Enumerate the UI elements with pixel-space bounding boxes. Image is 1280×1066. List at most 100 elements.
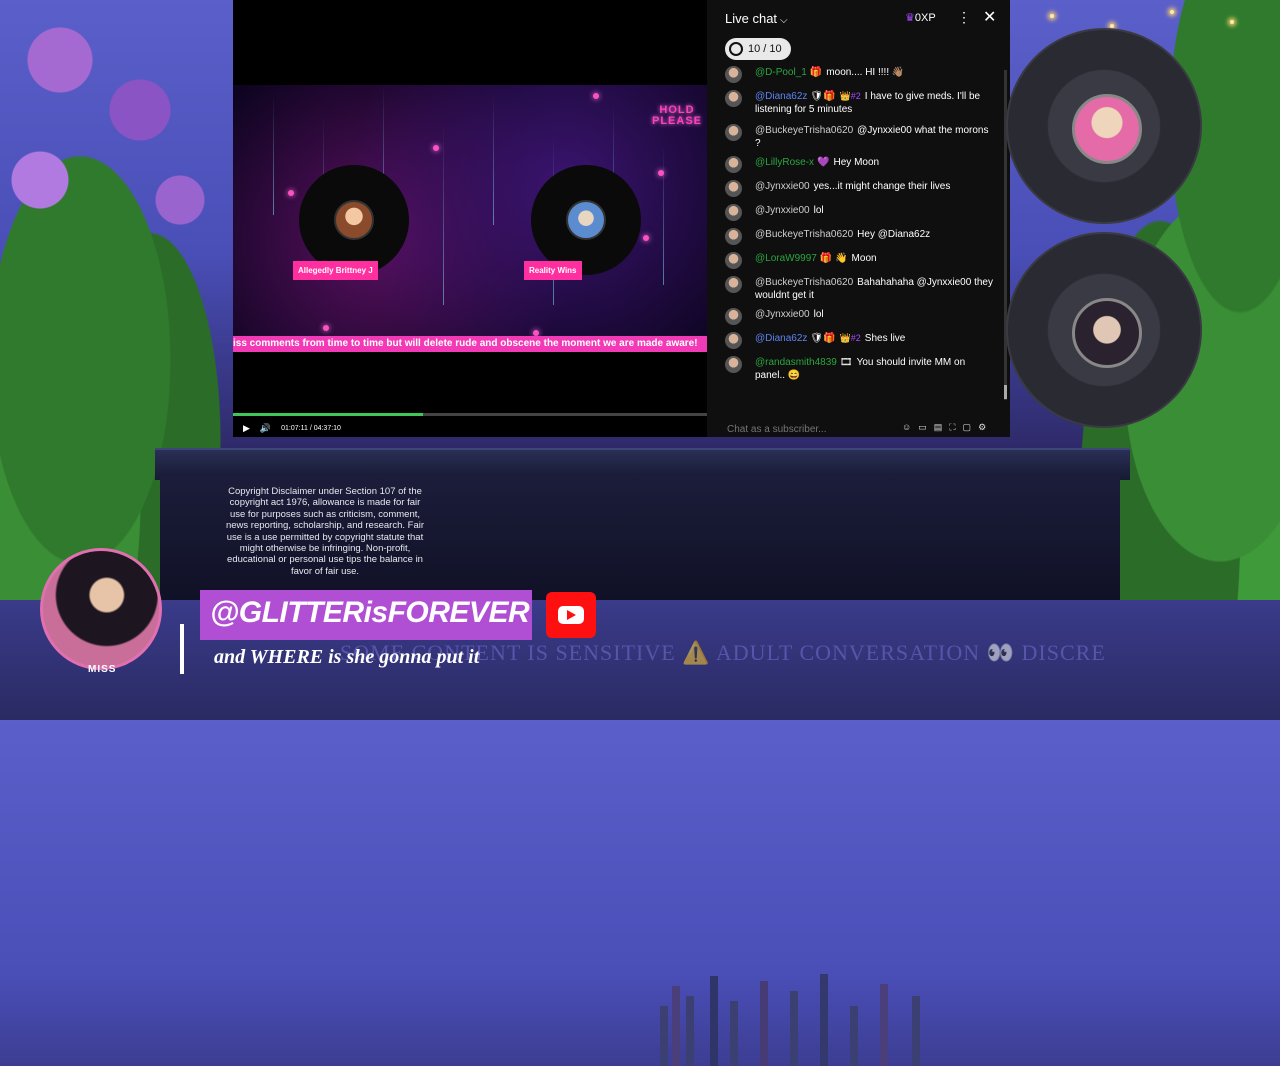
chat-author[interactable]: @Jynxxie00 — [755, 181, 810, 192]
chat-author[interactable]: @LillyRose-x — [755, 157, 814, 168]
chat-scroll-thumb[interactable] — [1004, 385, 1007, 399]
goal-value: 10 / 10 — [748, 43, 782, 55]
rank-badge: 👑#2 — [839, 91, 861, 101]
host-avatar-2 — [1072, 298, 1142, 368]
badge-icon: 🎁 👋 — [819, 253, 848, 264]
host-avatar — [40, 548, 162, 670]
user-avatar[interactable] — [725, 180, 742, 197]
chat-messages: @D-Pool_1 🎁 moon.... HI !!!! 👋🏽 @Diana62z 🛡🎁… — [707, 66, 1002, 406]
progress-bar[interactable] — [233, 413, 708, 416]
chat-text: lol — [813, 309, 824, 320]
badge-icon: 🛡🎁 — [810, 333, 836, 344]
host-disc-1 — [1006, 28, 1202, 224]
ticker-banner: iss comments from time to time but will … — [233, 336, 708, 352]
user-avatar[interactable] — [725, 204, 742, 221]
captions-icon[interactable]: ▤ — [934, 422, 943, 433]
theater-icon[interactable]: ▢ — [963, 422, 972, 433]
live-chat-panel: Live chat ⌵ ♛0XP ⋮ ✕ 10 / 10 @D-Pool_1 🎁 mo… — [707, 0, 1010, 437]
chat-author[interactable]: @LoraW9997 — [755, 253, 817, 264]
host-label: MISS — [88, 664, 117, 675]
books-decor — [650, 966, 950, 1066]
emoji-icon[interactable]: ☺ — [902, 422, 911, 433]
chat-mode-dropdown[interactable]: Live chat ⌵ — [725, 11, 788, 26]
progress-fill — [233, 413, 423, 416]
chat-message[interactable]: @D-Pool_1 🎁 moon.... HI !!!! 👋🏽 — [725, 66, 995, 83]
chat-message[interactable]: @BuckeyeTrisha0620 Bahahahaha @Jynxxie00 … — [725, 276, 995, 302]
chat-text: Hey @Diana62z — [857, 229, 931, 240]
user-avatar[interactable] — [725, 228, 742, 245]
channel-handle: @GLITTERisFOREVER — [210, 596, 530, 629]
chat-message[interactable]: @randasmith4839 🎞 You should invite MM on … — [725, 356, 995, 382]
player-controls: ▶ 🔊 01:07:11 / 04:37:10 — [243, 421, 341, 435]
guest-disc-1 — [299, 165, 409, 275]
badge-icon: 🛡🎁 — [810, 91, 836, 102]
guest-label-2: Reality Wins — [524, 261, 582, 280]
chat-message[interactable]: @Jynxxie00 lol — [725, 308, 995, 325]
guest-disc-2 — [531, 165, 641, 275]
user-avatar[interactable] — [725, 90, 742, 107]
user-avatar[interactable] — [725, 66, 742, 83]
chat-message[interactable]: @Diana62z 🛡🎁 👑#2 I have to give meds. I'll … — [725, 90, 995, 116]
rank-badge: 👑#2 — [839, 333, 861, 343]
fullscreen-icon[interactable]: ⛶ — [949, 422, 955, 433]
video-player[interactable]: HOLD PLEASE Allegedly Brittney J Reality … — [233, 0, 708, 437]
user-avatar[interactable] — [725, 332, 742, 349]
user-avatar[interactable] — [725, 156, 742, 173]
xp-value: 0XP — [914, 12, 936, 24]
chat-author[interactable]: @BuckeyeTrisha0620 — [755, 125, 853, 136]
chat-tools: ☺ ▭ ▤ ⛶ ▢ ⚙ — [902, 422, 986, 433]
settings-gear-icon[interactable]: ⚙ — [978, 422, 986, 433]
chat-text: Moon — [851, 253, 877, 264]
youtube-icon — [546, 592, 596, 638]
chat-message[interactable]: @BuckeyeTrisha0620 Hey @Diana62z — [725, 228, 995, 245]
chat-author[interactable]: @randasmith4839 — [755, 357, 837, 368]
play-icon[interactable]: ▶ — [243, 423, 250, 434]
more-options-icon[interactable]: ⋮ — [957, 9, 971, 26]
user-avatar[interactable] — [725, 356, 742, 373]
guest-avatar — [334, 200, 374, 240]
chat-input[interactable] — [725, 420, 899, 437]
chat-message[interactable]: @BuckeyeTrisha0620 @Jynxxie00 what the mo… — [725, 124, 995, 150]
chevron-down-icon: ⌵ — [780, 15, 788, 26]
caption-divider — [180, 624, 184, 674]
time-display: 01:07:11 / 04:37:10 — [281, 424, 341, 432]
host-avatar-1 — [1072, 94, 1142, 164]
chat-title: Live chat — [725, 11, 778, 26]
xp-badge[interactable]: ♛0XP — [905, 11, 936, 24]
user-avatar[interactable] — [725, 308, 742, 325]
chat-author[interactable]: @Diana62z — [755, 91, 807, 102]
caption-text: and WHERE is she gonna put it — [214, 646, 480, 668]
user-avatar[interactable] — [725, 276, 742, 293]
goal-counter[interactable]: 10 / 10 — [725, 38, 791, 60]
chat-message[interactable]: @Jynxxie00 yes...it might change their li… — [725, 180, 995, 197]
badge-icon: 💜 — [817, 157, 830, 168]
badge-icon: 🎞 — [839, 357, 853, 368]
chat-text: lol — [813, 205, 824, 216]
user-avatar[interactable] — [725, 252, 742, 269]
chat-author[interactable]: @D-Pool_1 — [755, 67, 807, 78]
chat-text: moon.... HI !!!! 👋🏽 — [826, 67, 905, 78]
chat-message[interactable]: @Diana62z 🛡🎁 👑#2 Shes live — [725, 332, 995, 349]
volume-icon[interactable]: 🔊 — [260, 423, 271, 434]
goal-ring-icon — [729, 42, 743, 56]
chat-message[interactable]: @Jynxxie00 lol — [725, 204, 995, 221]
user-avatar[interactable] — [725, 124, 742, 141]
guest-label-1: Allegedly Brittney J — [293, 261, 378, 280]
stream-stage: HOLD PLEASE Allegedly Brittney J Reality … — [233, 85, 708, 340]
close-icon[interactable]: ✕ — [983, 7, 996, 27]
chat-author[interactable]: @BuckeyeTrisha0620 — [755, 229, 853, 240]
chat-author[interactable]: @BuckeyeTrisha0620 — [755, 277, 853, 288]
chat-message[interactable]: @LillyRose-x 💜 Hey Moon — [725, 156, 995, 173]
chat-text: Shes live — [864, 333, 906, 344]
chat-text: yes...it might change their lives — [813, 181, 951, 192]
miniplayer-icon[interactable]: ▭ — [918, 422, 927, 433]
chat-author[interactable]: @Jynxxie00 — [755, 205, 810, 216]
crown-icon: ♛ — [905, 12, 915, 24]
chat-text: Hey Moon — [833, 157, 880, 168]
copyright-disclaimer: Copyright Disclaimer under Section 107 o… — [225, 486, 424, 577]
chat-message[interactable]: @LoraW9997 🎁 👋 Moon — [725, 252, 995, 269]
chat-author[interactable]: @Diana62z — [755, 333, 807, 344]
guest-avatar — [566, 200, 606, 240]
chat-author[interactable]: @Jynxxie00 — [755, 309, 810, 320]
hold-please-sign: HOLD PLEASE — [651, 104, 702, 127]
